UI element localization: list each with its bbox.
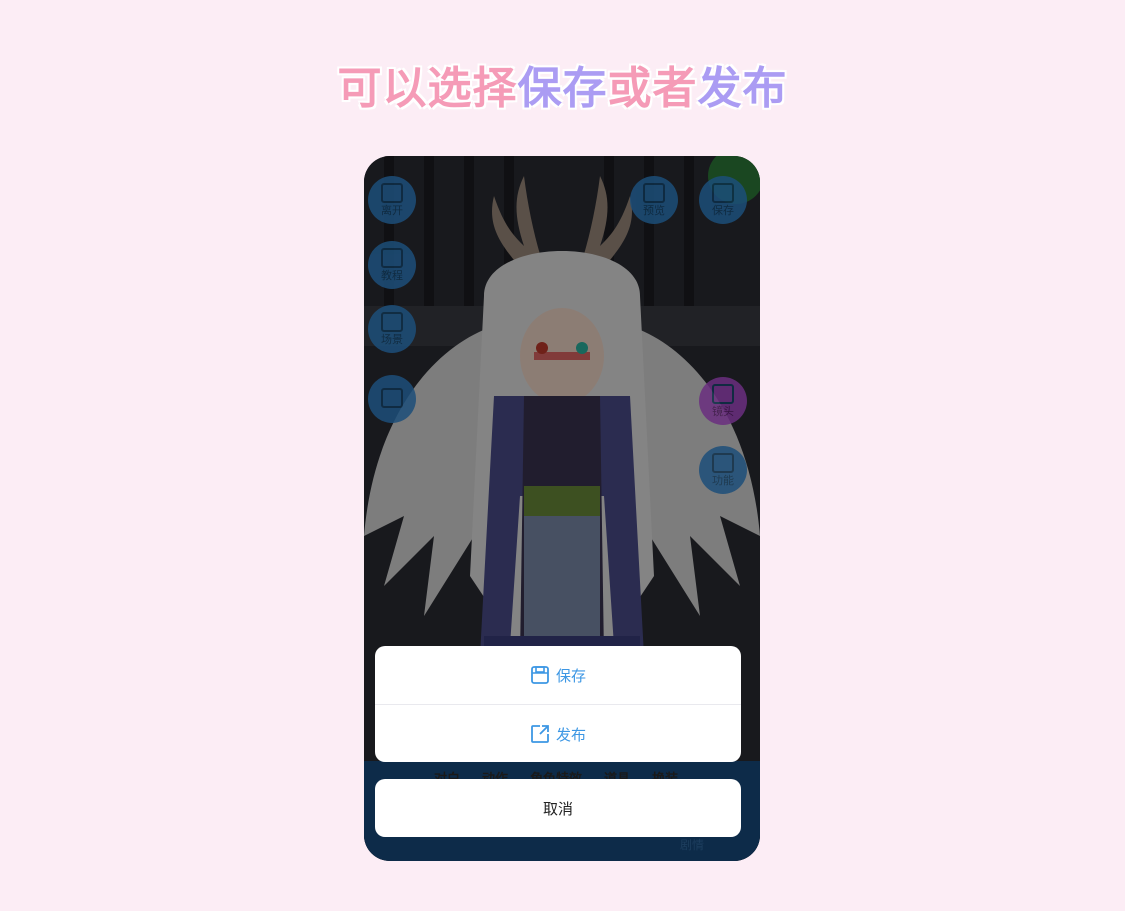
camera-label: 镜头 xyxy=(712,405,734,418)
publish-option-label: 发布 xyxy=(555,725,586,744)
headline-part-2: 保存 xyxy=(517,63,608,114)
exit-button[interactable]: 离开 xyxy=(368,176,416,224)
headline: 可以选择保存或者发布 xyxy=(0,52,1125,116)
camera-button[interactable]: 镜头 xyxy=(699,377,747,425)
headline-part-3: 或者 xyxy=(607,63,698,114)
exit-label: 离开 xyxy=(381,204,403,217)
save-top-button[interactable]: 保存 xyxy=(699,176,747,224)
save-top-label: 保存 xyxy=(712,204,734,217)
function-label: 功能 xyxy=(712,474,734,487)
save-icon xyxy=(531,666,549,684)
share-icon xyxy=(531,725,549,743)
publish-option[interactable]: 发布 xyxy=(375,704,741,762)
tutorial-button[interactable]: 教程 xyxy=(368,241,416,289)
scene-icon xyxy=(381,312,403,332)
headline-part-1: 可以选择 xyxy=(337,63,518,114)
preview-button[interactable]: 预览 xyxy=(630,176,678,224)
scene-button[interactable]: 场景 xyxy=(368,305,416,353)
play-icon xyxy=(643,183,665,203)
camera-icon xyxy=(712,384,734,404)
fullscreen-icon xyxy=(381,388,403,408)
save-option-label: 保存 xyxy=(555,666,586,685)
tutorial-label: 教程 xyxy=(381,269,403,282)
cube-icon xyxy=(712,453,734,473)
preview-label: 预览 xyxy=(643,204,665,217)
plot-label[interactable]: 剧情 xyxy=(680,836,704,853)
tutorial-icon xyxy=(381,248,403,268)
save-icon xyxy=(712,183,734,203)
exit-icon xyxy=(381,183,403,203)
action-sheet: 保存 发布 xyxy=(375,646,741,762)
save-option[interactable]: 保存 xyxy=(375,646,741,704)
scene-label: 场景 xyxy=(381,333,403,346)
function-button[interactable]: 功能 xyxy=(699,446,747,494)
headline-part-4: 发布 xyxy=(697,63,788,114)
cancel-button[interactable]: 取消 xyxy=(375,779,741,837)
fullscreen-button[interactable] xyxy=(368,375,416,423)
